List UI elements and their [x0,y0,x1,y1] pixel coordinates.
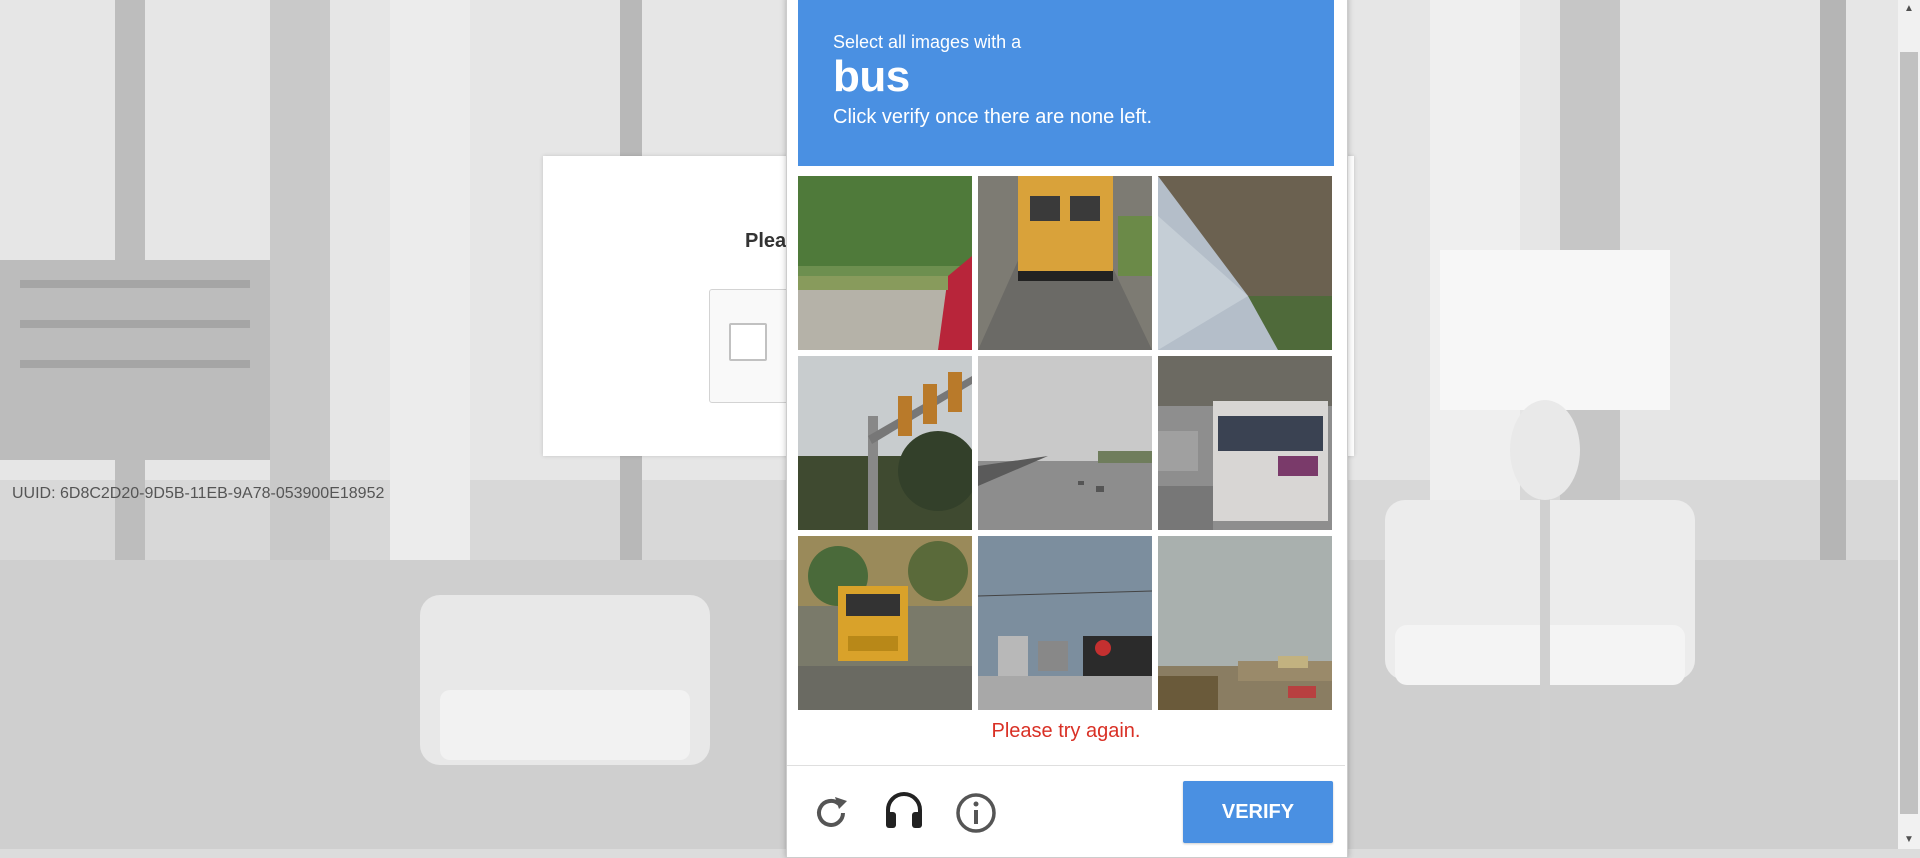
footer-divider [787,765,1345,766]
tile-city-bus[interactable] [1158,356,1332,530]
info-icon[interactable] [954,791,998,835]
tile-highway[interactable] [978,356,1152,530]
instruction-subtext: Click verify once there are none left. [833,106,1153,128]
scrollbar-thumb[interactable] [1900,52,1918,814]
tile-bushes-car[interactable] [798,176,972,350]
scroll-up-icon[interactable]: ▲ [1898,0,1920,18]
tile-awning[interactable] [1158,176,1332,350]
recaptcha-checkbox[interactable] [729,323,767,361]
reload-icon[interactable] [809,791,853,835]
challenge-header: Select all images with a bus Click verif… [798,0,1334,166]
instruction-target: bus [833,52,910,101]
tile-school-bus-front[interactable] [798,536,972,710]
verify-button[interactable]: VERIFY [1183,781,1333,843]
headphones-icon[interactable] [882,788,926,832]
scroll-down-icon[interactable]: ▼ [1898,831,1920,849]
tile-school-bus-rear[interactable] [978,176,1152,350]
image-tile-grid [798,176,1334,710]
tile-traffic-light[interactable] [798,356,972,530]
uuid-text: UUID: 6D8C2D20-9D5B-11EB-9A78-053900E189… [12,485,385,502]
error-message: Please try again. [991,720,1141,742]
instruction-text: Select all images with a [833,32,1022,52]
tile-street-horizon[interactable] [1158,536,1332,710]
page-heading: Plea [745,230,787,252]
tile-street-sign[interactable] [978,536,1152,710]
